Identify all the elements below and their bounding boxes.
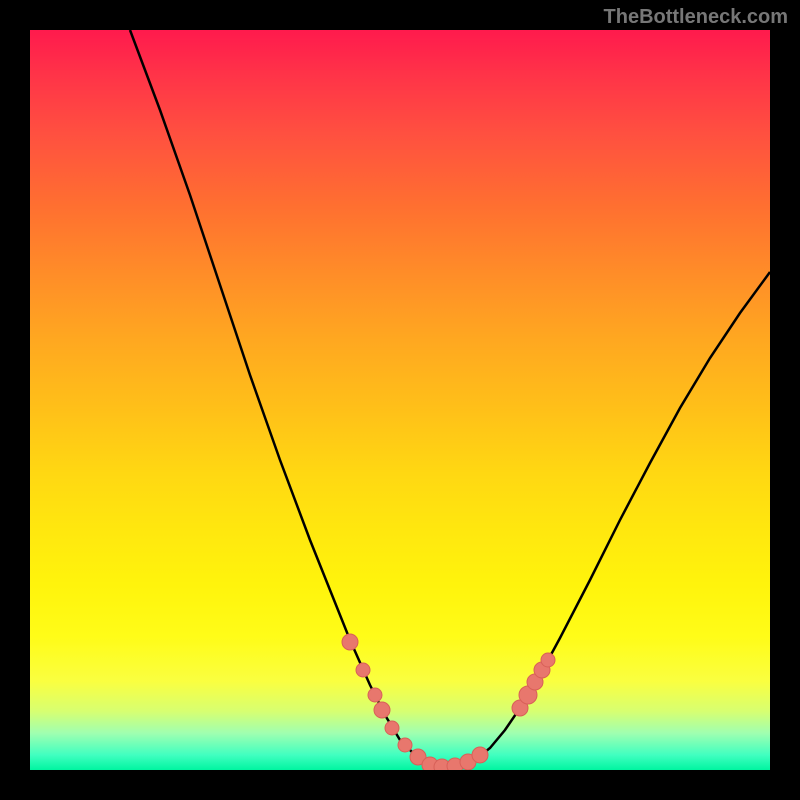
data-marker — [385, 721, 399, 735]
data-markers — [342, 634, 555, 770]
data-marker — [398, 738, 412, 752]
data-marker — [368, 688, 382, 702]
bottleneck-curve — [130, 30, 770, 768]
watermark-text: TheBottleneck.com — [604, 6, 788, 29]
curve-svg — [30, 30, 770, 770]
data-marker — [356, 663, 370, 677]
chart-frame: TheBottleneck.com — [0, 0, 800, 800]
data-marker — [472, 747, 488, 763]
data-marker — [541, 653, 555, 667]
data-marker — [374, 702, 390, 718]
plot-area — [30, 30, 770, 770]
data-marker — [342, 634, 358, 650]
